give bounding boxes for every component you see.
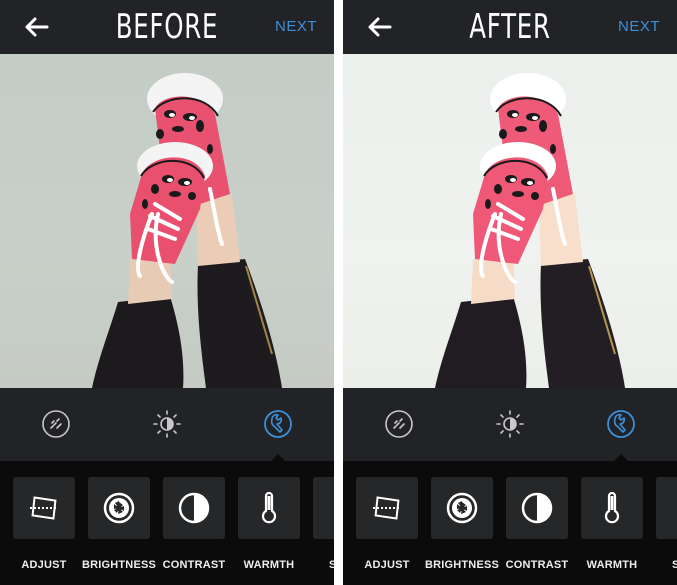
right-leg: [197, 259, 282, 388]
adjust-rotate-icon: [373, 496, 401, 520]
tab-tools[interactable]: [606, 409, 636, 439]
tile-warmth[interactable]: [238, 477, 300, 539]
photo: [0, 54, 334, 388]
tile-brightness[interactable]: [431, 477, 493, 539]
after-panel: AFTER NEXT ADJUST BRIGHTNESS CONTRAST WA…: [343, 0, 677, 585]
tile-warmth[interactable]: [581, 477, 643, 539]
tool-bar: [0, 388, 334, 461]
active-tab-caret: [271, 454, 285, 461]
tab-lux[interactable]: [41, 409, 71, 439]
wrench-icon: [607, 410, 635, 438]
tile-saturation[interactable]: [313, 477, 334, 539]
tile-adjust[interactable]: [13, 477, 75, 539]
tile-label: SATU: [672, 559, 677, 571]
wrench-icon: [264, 410, 292, 438]
before-panel: BEFORE NEXT ADJUST BRIGHTNESS CONTRAST W…: [0, 0, 334, 585]
tile-brightness[interactable]: [88, 477, 150, 539]
photo: [343, 54, 677, 388]
tile-contrast[interactable]: [506, 477, 568, 539]
aperture-icon: [446, 492, 478, 524]
page-title: AFTER: [469, 7, 551, 47]
tab-brightness-contrast[interactable]: [152, 409, 182, 439]
tile-adjust[interactable]: [356, 477, 418, 539]
tab-lux[interactable]: [384, 409, 414, 439]
lux-wand-icon: [385, 410, 413, 438]
tool-tray: ADJUST BRIGHTNESS CONTRAST WARMTH S: [0, 461, 334, 585]
thermometer-icon: [604, 492, 620, 524]
lux-wand-icon: [42, 410, 70, 438]
tab-tools[interactable]: [263, 409, 293, 439]
shoes-photo: [435, 73, 625, 388]
sun-half-icon: [496, 410, 524, 438]
left-leg: [435, 296, 527, 388]
tool-bar: [343, 388, 677, 461]
tile-saturation[interactable]: [656, 477, 677, 539]
adjust-rotate-icon: [30, 496, 58, 520]
header: BEFORE NEXT: [0, 0, 334, 54]
right-leg: [540, 259, 625, 388]
thermometer-icon: [261, 492, 277, 524]
tile-label: SATU: [329, 559, 334, 571]
contrast-icon: [521, 492, 553, 524]
sun-half-icon: [153, 410, 181, 438]
tab-brightness-contrast[interactable]: [495, 409, 525, 439]
aperture-icon: [103, 492, 135, 524]
tool-tray: ADJUST BRIGHTNESS CONTRAST WARMTH S: [343, 461, 677, 585]
page-title: BEFORE: [115, 7, 219, 47]
next-button[interactable]: NEXT: [275, 18, 317, 35]
contrast-icon: [178, 492, 210, 524]
tile-contrast[interactable]: [163, 477, 225, 539]
left-leg: [92, 296, 184, 388]
next-button[interactable]: NEXT: [618, 18, 660, 35]
header: AFTER NEXT: [343, 0, 677, 54]
shoes-photo: [92, 73, 282, 388]
active-tab-caret: [614, 454, 628, 461]
